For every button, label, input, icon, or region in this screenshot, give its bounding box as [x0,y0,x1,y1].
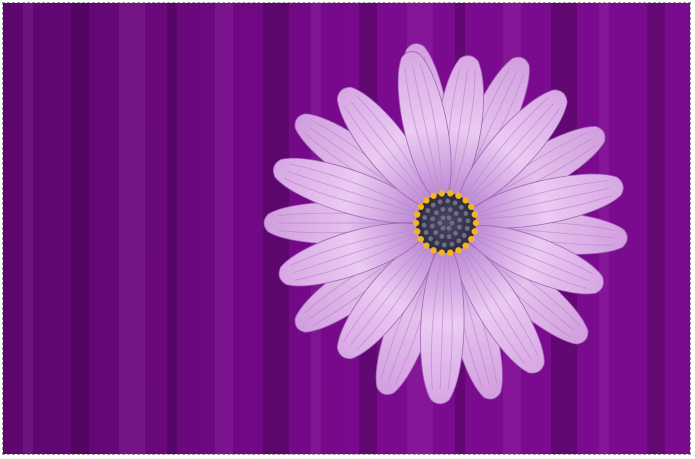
floret [453,230,458,236]
pollen-dot [462,197,469,204]
pollen-dot [468,203,475,210]
pollen-dot [447,249,454,256]
floret [428,236,434,242]
floret [456,238,462,244]
floret [457,217,463,223]
pollen-dot [423,197,430,204]
floret [429,223,435,229]
floret [423,230,429,235]
pollen-dot [462,242,469,249]
floret [439,233,445,239]
flower-photo [3,3,690,454]
floret [440,206,446,212]
floret [456,224,462,230]
background-streak [167,3,177,454]
pollen-dot [471,228,478,235]
pollen-dot [430,192,437,199]
floret [430,202,436,208]
pollen-dot [471,211,478,218]
photo-frame [2,2,691,455]
pollen-dot [438,249,445,256]
floret [446,215,452,221]
background-streak [215,3,233,454]
floret [434,240,440,246]
floret [434,210,439,216]
floret [421,222,427,228]
pollen-dot [414,211,421,218]
pollen-dot [438,190,445,197]
floret [452,200,458,206]
pollen-dot [417,236,424,243]
pollen-dot [447,190,454,197]
floret [437,199,443,205]
background-streak [71,3,89,454]
pollen-dot [468,236,475,243]
floret [458,204,464,210]
floret [440,215,446,221]
pollen-dot [414,228,421,235]
floret [433,230,439,235]
floret [441,242,447,248]
floret [437,220,443,226]
pollen-dot [412,219,420,227]
floret [446,225,452,231]
background-streak [23,3,33,454]
floret [422,215,428,220]
pollen-dot [423,242,430,249]
floret [463,211,469,216]
floret [440,225,446,231]
floret [430,216,436,222]
background-streak [119,3,145,454]
background-streak [647,3,665,454]
pollen-dot [417,203,424,210]
floret [449,241,455,247]
pollen-dot [430,247,437,254]
floret [425,208,431,213]
floret [449,220,455,226]
floret [445,198,451,204]
pollen-dot [455,192,462,199]
floret [461,233,467,238]
pollen-dot [455,247,462,254]
floret [464,226,470,231]
pollen-dot [472,219,480,227]
floret [447,207,453,213]
floret [465,218,471,224]
floret [453,211,459,216]
floret [446,234,452,240]
